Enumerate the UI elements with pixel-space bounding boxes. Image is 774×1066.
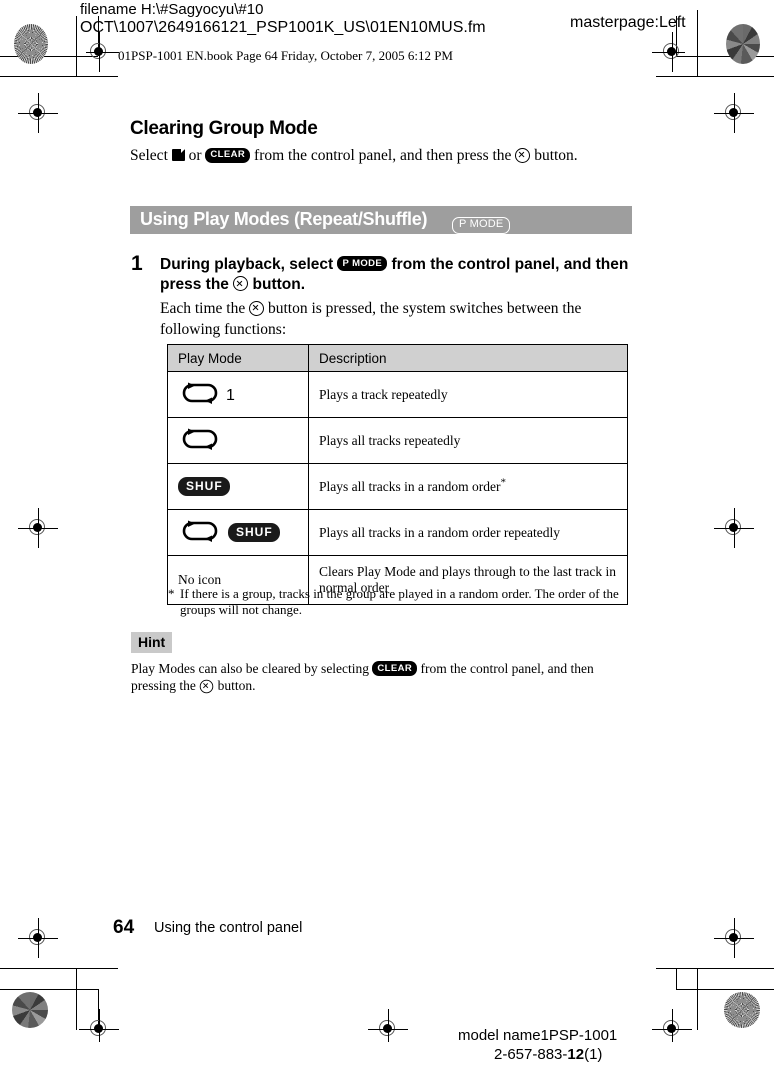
play-mode-description: Plays all tracks in a random order* [308, 463, 628, 510]
document-number-annotation: 2-657-883-12(1) [494, 1046, 602, 1063]
play-mode-icon-cell: SHUF [167, 463, 309, 510]
cross-button-icon [515, 147, 531, 163]
instruction-text-part1: Select [130, 147, 172, 164]
table-header-play-mode: Play Mode [167, 344, 309, 372]
p-mode-badge: P MODE [337, 256, 388, 272]
table-row: SHUF Plays all tracks in a random order* [167, 463, 628, 510]
section-band: Using Play Modes (Repeat/Shuffle) P MODE [130, 206, 632, 234]
shuffle-icon: SHUF [228, 522, 280, 543]
page-number: 64 [113, 917, 135, 938]
footer-chapter: Using the control panel [154, 920, 303, 936]
clear-badge: CLEAR [372, 661, 418, 677]
footnote-marker: * [500, 476, 506, 488]
clearing-group-instruction: Select or CLEAR from the control panel, … [130, 146, 578, 165]
section-band-title: Using Play Modes (Repeat/Shuffle) [140, 209, 428, 229]
hint-text: Play Modes can also be cleared by select… [131, 660, 636, 695]
play-mode-description: Plays a track repeatedly [308, 371, 628, 418]
table-row: SHUF Plays all tracks in a random order … [167, 509, 628, 556]
play-mode-icon-cell: 1 [167, 371, 309, 418]
clear-badge: CLEAR [205, 147, 251, 163]
repeat-one-label: 1 [226, 386, 235, 404]
footnote-marker: * [168, 586, 175, 601]
table-row: 1 Plays a track repeatedly [167, 371, 628, 418]
shuffle-icon: SHUF [178, 476, 230, 497]
instruction-text-part3: from the control panel, and then press t… [250, 147, 516, 164]
table-header-description: Description [308, 344, 628, 372]
play-mode-table: Play Mode Description 1 Plays a track re… [167, 344, 628, 605]
step-text-part3: button. [248, 276, 306, 293]
step-sub-part1: Each time the [160, 300, 250, 317]
table-row: Plays all tracks repeatedly [167, 417, 628, 464]
page-title: Clearing Group Mode [130, 118, 318, 139]
hint-label: Hint [131, 632, 173, 653]
step-instruction: During playback, select P MODE from the … [160, 255, 634, 295]
model-name-annotation: model name1PSP-1001 [458, 1027, 618, 1044]
step-text-part1: During playback, select [160, 256, 338, 273]
cross-button-icon [249, 300, 265, 316]
play-mode-description: Plays all tracks repeatedly [308, 417, 628, 464]
step-number: 1 [131, 252, 143, 275]
doc-number-revision: 12 [567, 1046, 585, 1063]
repeat-all-icon [178, 428, 222, 454]
play-mode-icon-cell [167, 417, 309, 464]
play-mode-description-text: Plays all tracks in a random order [319, 478, 501, 494]
group-icon [171, 149, 185, 162]
play-mode-description: Plays all tracks in a random order repea… [308, 509, 628, 556]
hint-text-part3: button. [214, 678, 256, 694]
cross-button-icon [233, 276, 249, 292]
play-mode-icon-cell: SHUF [167, 509, 309, 556]
hint-text-part1: Play Modes can also be cleared by select… [131, 661, 373, 676]
doc-number-suffix: (1) [584, 1046, 603, 1063]
step-subtext: Each time the button is pressed, the sys… [160, 298, 630, 340]
p-mode-badge: P MODE [452, 216, 511, 234]
doc-number-prefix: 2-657-883- [494, 1046, 568, 1063]
footnote-text: If there is a group, tracks in the group… [180, 586, 619, 617]
repeat-all-icon [178, 520, 222, 546]
table-header-row: Play Mode Description [167, 344, 628, 372]
footnote: * If there is a group, tracks in the grou… [168, 586, 638, 618]
section-band-badge-wrap: P MODE [452, 214, 511, 234]
cross-button-icon [200, 679, 214, 694]
repeat-one-icon [178, 382, 222, 408]
instruction-text-part4: button. [530, 147, 578, 164]
instruction-text-part2: or [184, 147, 206, 164]
